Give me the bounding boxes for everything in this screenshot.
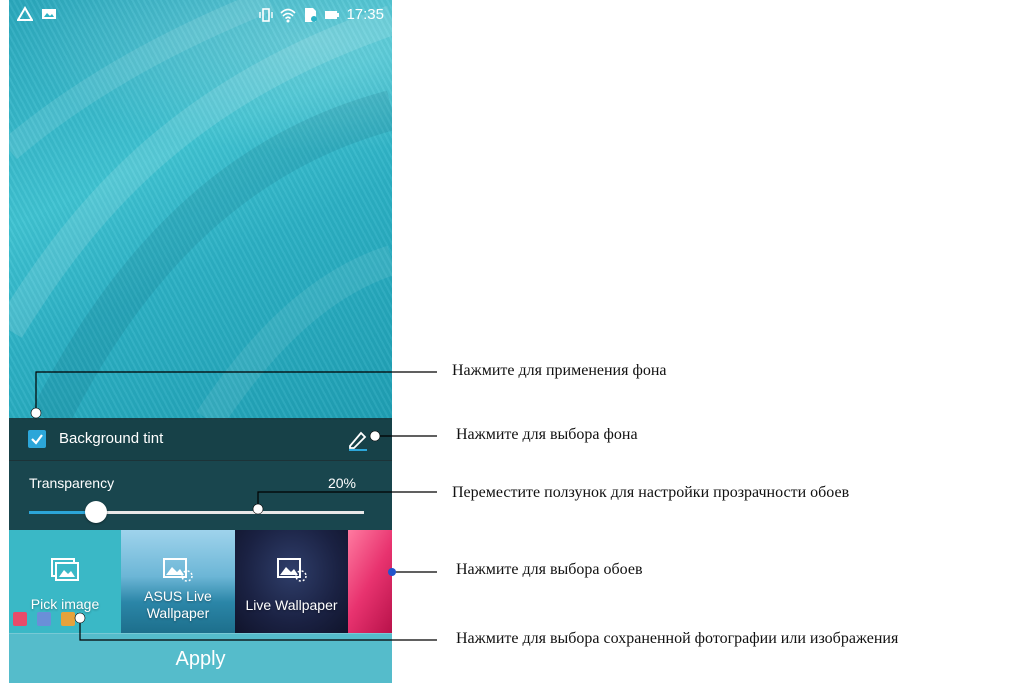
background-tint-label: Background tint <box>59 430 164 447</box>
background-tint-checkbox[interactable] <box>28 430 46 448</box>
pen-icon[interactable] <box>346 428 370 452</box>
app-tile <box>13 612 27 626</box>
live-wallpaper-label: Live Wallpaper <box>245 597 338 613</box>
battery-icon <box>325 10 340 19</box>
pick-image-label: Pick image <box>30 596 100 612</box>
check-icon <box>31 434 43 445</box>
vibrate-icon <box>259 7 274 22</box>
clock: 17:35 <box>346 6 384 23</box>
wallpaper-options: Pick image ASUS Live Wallpaper Live Wallp… <box>9 530 392 633</box>
drive-icon <box>17 6 33 21</box>
live-wallpaper-option[interactable]: Live Wallpaper <box>235 530 348 633</box>
callout-select-background: Нажмите для выбора фона <box>456 426 638 443</box>
apply-button[interactable]: Apply <box>9 633 392 683</box>
background-tint-bar: Background tint <box>9 418 392 461</box>
wifi-icon <box>280 8 297 22</box>
transparency-panel: Transparency 20% <box>9 460 392 530</box>
phone-screen: 17:35 Background tint Transparency 20% P… <box>9 0 392 683</box>
callout-transparency-slider: Переместите ползунок для настройки прозр… <box>452 484 850 501</box>
transparency-slider[interactable] <box>29 501 364 523</box>
wallpaper-option[interactable] <box>348 530 392 633</box>
callout-select-photo: Нажмите для выбора сохраненной фотографи… <box>456 630 899 647</box>
sd-card-icon <box>305 7 318 22</box>
asus-live-wallpaper-label: ASUS Live Wallpaper <box>144 588 212 621</box>
pick-image-option[interactable]: Pick image <box>9 530 121 633</box>
callout-select-wallpaper: Нажмите для выбора обоев <box>456 561 643 578</box>
gallery-icon <box>51 558 79 581</box>
photo-icon <box>277 558 307 582</box>
transparency-value: 20% <box>327 475 356 491</box>
app-tile <box>61 612 75 626</box>
slider-thumb[interactable] <box>85 501 107 523</box>
photo-icon <box>163 558 193 582</box>
callout-apply-background: Нажмите для применения фона <box>452 362 667 379</box>
app-tile <box>37 612 51 626</box>
image-icon <box>42 9 56 19</box>
wallpaper-preview <box>9 0 392 420</box>
asus-live-wallpaper-option[interactable]: ASUS Live Wallpaper <box>121 530 235 633</box>
status-bar: 17:35 <box>9 0 392 30</box>
transparency-label: Transparency <box>29 475 115 491</box>
app-tiles <box>13 612 75 626</box>
